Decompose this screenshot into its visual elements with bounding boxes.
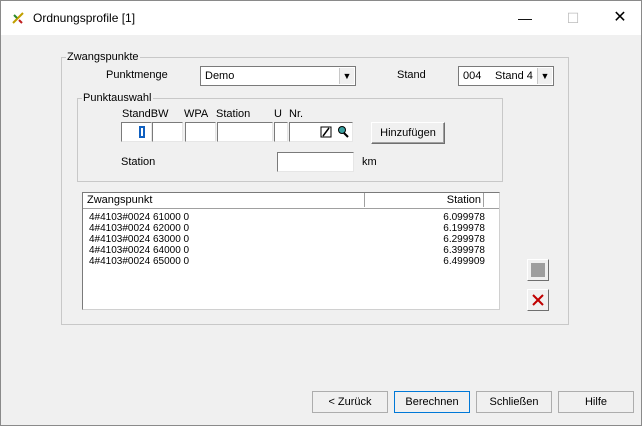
maximize-button[interactable]: ☐ — [558, 7, 588, 29]
stand-value: Stand 4 — [495, 70, 533, 82]
punktauswahl-legend: Punktauswahl — [82, 92, 153, 105]
list-item-id: 4#4103#0024 65000 0 — [89, 256, 190, 267]
zwangspunkte-legend: Zwangspunkte — [66, 51, 140, 64]
delete-point-button[interactable] — [527, 289, 549, 311]
punktmenge-label: Punktmenge — [106, 69, 168, 81]
stand-code: 004 — [463, 70, 482, 82]
help-button[interactable]: Hilfe — [558, 391, 634, 413]
edit-point-button[interactable] — [527, 259, 549, 281]
list-item-station: 6.099978 — [443, 212, 485, 223]
list-item-station: 6.399978 — [443, 245, 485, 256]
dialog-window: Ordnungsprofile [1] — ☐ ✕ Zwangspunkte P… — [0, 0, 642, 426]
col-standbw-label: StandBW — [122, 108, 169, 120]
list-item-id: 4#4103#0024 62000 0 — [89, 223, 190, 234]
standbw-input[interactable] — [121, 122, 152, 142]
add-button[interactable]: Hinzufügen — [371, 122, 445, 144]
station-input[interactable] — [217, 122, 273, 142]
list-item-station: 6.199978 — [443, 223, 485, 234]
list-item-station: 6.299978 — [443, 234, 485, 245]
nr-input[interactable] — [289, 122, 353, 142]
wpa-input[interactable] — [185, 122, 216, 142]
punktmenge-select[interactable]: Demo ▼ — [200, 66, 356, 86]
col-station-label: Station — [216, 108, 251, 120]
pick-icon[interactable] — [138, 126, 146, 138]
stand-select[interactable]: 004 Stand 4 ▼ — [458, 66, 554, 86]
station-km-input[interactable] — [277, 152, 354, 172]
list-item-id: 4#4103#0024 63000 0 — [89, 234, 190, 245]
list-item-id: 4#4103#0024 64000 0 — [89, 245, 190, 256]
pencil-icon[interactable] — [320, 126, 332, 138]
chevron-down-icon[interactable]: ▼ — [339, 68, 354, 84]
app-icon — [12, 12, 24, 24]
magnifier-icon[interactable] — [336, 125, 350, 139]
list-header: Zwangspunkt Station — [83, 193, 499, 209]
back-button[interactable]: < Zurück — [312, 391, 388, 413]
list-col-station[interactable]: Station — [365, 194, 481, 207]
stand-label: Stand — [397, 69, 426, 81]
chevron-down-icon[interactable]: ▼ — [537, 68, 552, 84]
close-window-button[interactable]: ✕ — [605, 7, 635, 29]
km-unit-label: km — [362, 156, 377, 168]
close-button[interactable]: Schließen — [476, 391, 552, 413]
col-nr-label: Nr. — [289, 108, 304, 120]
list-col-zwangspunkt[interactable]: Zwangspunkt — [87, 194, 152, 207]
punktmenge-value: Demo — [205, 70, 235, 82]
u-input[interactable] — [274, 122, 288, 142]
list-item-id: 4#4103#0024 61000 0 — [89, 212, 190, 223]
station-km-label: Station — [121, 156, 156, 168]
col-wpa-label: WPA — [184, 108, 209, 120]
square-icon — [531, 263, 545, 277]
standbw-extra-input[interactable] — [152, 122, 183, 142]
title-bar: Ordnungsprofile [1] — ☐ ✕ — [1, 1, 641, 35]
col-u-label: U — [274, 108, 282, 120]
list-col-separator[interactable] — [483, 193, 484, 207]
compute-button[interactable]: Berechnen — [394, 391, 470, 413]
window-title: Ordnungsprofile [1] — [33, 11, 136, 25]
minimize-button[interactable]: — — [510, 7, 540, 29]
delete-x-icon — [532, 294, 544, 306]
zwangspunkt-list[interactable]: Zwangspunkt Station 4#4103#0024 61000 0 … — [82, 192, 500, 310]
list-item-station: 6.499909 — [443, 256, 485, 267]
